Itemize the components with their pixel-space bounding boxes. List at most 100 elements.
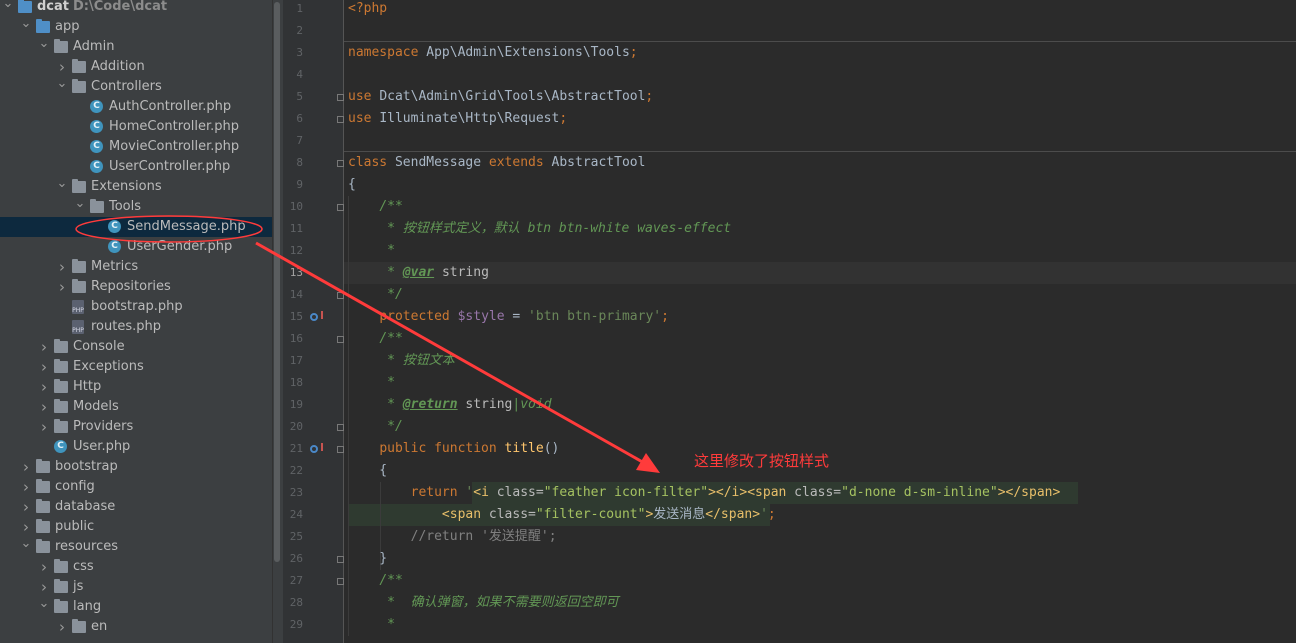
code-line[interactable]: /** [348, 196, 402, 218]
chevron-down-icon[interactable]: ⌄ [20, 537, 32, 557]
chevron-down-icon[interactable]: ⌄ [56, 177, 68, 197]
tree-item[interactable]: › public [0, 517, 272, 537]
code-line[interactable]: * 按钮文本 [348, 350, 455, 372]
tree-item[interactable]: › Exceptions [0, 357, 272, 377]
tree-scrollbar-thumb[interactable] [274, 2, 280, 562]
tree-item[interactable]: ⌄ dcat D:\Code\dcat [0, 0, 272, 17]
chevron-right-icon[interactable]: › [56, 617, 68, 637]
chevron-right-icon[interactable]: › [20, 477, 32, 497]
code-token: ></span> [997, 485, 1061, 500]
code-line[interactable]: * @var string [348, 262, 489, 284]
line-number: 21 [289, 442, 303, 455]
fold-marker-icon[interactable] [337, 116, 344, 123]
tree-item[interactable]: ⌄ Controllers [0, 77, 272, 97]
chevron-right-icon[interactable]: › [38, 377, 50, 397]
fold-marker-icon[interactable] [337, 94, 344, 101]
code-line[interactable]: <span class="filter-count">发送消息</span>'; [348, 504, 776, 526]
fold-marker-icon[interactable] [337, 292, 344, 299]
chevron-down-icon[interactable]: ⌄ [56, 77, 68, 97]
chevron-right-icon[interactable]: › [56, 257, 68, 277]
chevron-right-icon[interactable]: › [38, 397, 50, 417]
chevron-down-icon[interactable]: ⌄ [74, 197, 86, 217]
tree-item[interactable]: › Repositories [0, 277, 272, 297]
tree-item[interactable]: C HomeController.php [0, 117, 272, 137]
chevron-right-icon[interactable]: › [56, 57, 68, 77]
tree-item[interactable]: C UserController.php [0, 157, 272, 177]
chevron-right-icon[interactable]: › [38, 357, 50, 377]
code-line[interactable]: * [348, 372, 395, 394]
tree-item[interactable]: › Metrics [0, 257, 272, 277]
code-token: 'btn btn-primary' [528, 309, 662, 324]
fold-marker-icon[interactable] [337, 578, 344, 585]
tree-item[interactable]: › css [0, 557, 272, 577]
tree-item[interactable]: C UserGender.php [0, 237, 272, 257]
tree-item[interactable]: C SendMessage.php [0, 217, 272, 237]
fold-marker-icon[interactable] [337, 424, 344, 431]
code-line[interactable]: * [348, 240, 395, 262]
tree-item[interactable]: › Providers [0, 417, 272, 437]
chevron-down-icon[interactable]: ⌄ [38, 37, 50, 57]
line-number: 4 [296, 68, 303, 81]
tree-item[interactable]: › Http [0, 377, 272, 397]
code-line[interactable]: protected $style = 'btn btn-primary'; [348, 306, 669, 328]
chevron-right-icon[interactable]: › [38, 337, 50, 357]
chevron-right-icon[interactable]: › [38, 577, 50, 597]
override-marker-icon[interactable] [310, 443, 323, 453]
code-line[interactable]: { [348, 460, 387, 482]
code-line[interactable]: */ [348, 416, 403, 438]
fold-marker-icon[interactable] [337, 336, 344, 343]
code-line[interactable]: /** [348, 570, 402, 592]
tree-item[interactable]: ⌄ Extensions [0, 177, 272, 197]
code-line[interactable]: } [348, 548, 387, 570]
code-line[interactable]: * [348, 614, 395, 636]
chevron-right-icon[interactable]: › [38, 417, 50, 437]
tree-item[interactable]: › Addition [0, 57, 272, 77]
code-line[interactable]: use Dcat\Admin\Grid\Tools\AbstractTool; [348, 86, 653, 108]
code-line[interactable]: return '<i class="feather icon-filter"><… [348, 482, 1061, 504]
fold-marker-icon[interactable] [337, 446, 344, 453]
fold-marker-icon[interactable] [337, 204, 344, 211]
code-line[interactable]: /** [348, 328, 402, 350]
code-line[interactable]: namespace App\Admin\Extensions\Tools; [348, 42, 638, 64]
code-line[interactable]: <?php [348, 0, 387, 20]
tree-item[interactable]: ⌄ app [0, 17, 272, 37]
fold-marker-icon[interactable] [337, 556, 344, 563]
folder-icon [72, 179, 86, 193]
chevron-down-icon[interactable]: ⌄ [2, 0, 14, 17]
tree-item[interactable]: C MovieController.php [0, 137, 272, 157]
code-line[interactable]: class SendMessage extends AbstractTool [348, 152, 645, 174]
code-line[interactable]: * 确认弹窗，如果不需要则返回空即可 [348, 592, 619, 614]
tree-item[interactable]: › bootstrap [0, 457, 272, 477]
chevron-right-icon[interactable]: › [20, 457, 32, 477]
tree-item[interactable]: › Models [0, 397, 272, 417]
chevron-down-icon[interactable]: ⌄ [38, 597, 50, 617]
code-line[interactable]: { [348, 174, 356, 196]
fold-marker-icon[interactable] [337, 160, 344, 167]
tree-item[interactable]: C AuthController.php [0, 97, 272, 117]
chevron-right-icon[interactable]: › [38, 557, 50, 577]
tree-item[interactable]: PHP bootstrap.php [0, 297, 272, 317]
chevron-down-icon[interactable]: ⌄ [20, 17, 32, 37]
code-line[interactable]: //return '发送提醒'; [348, 526, 557, 548]
tree-item[interactable]: › en [0, 617, 272, 637]
chevron-right-icon[interactable]: › [20, 517, 32, 537]
code-line[interactable]: public function title() [348, 438, 559, 460]
tree-item[interactable]: ⌄ Tools [0, 197, 272, 217]
tree-item[interactable]: › js [0, 577, 272, 597]
tree-item[interactable]: ⌄ lang [0, 597, 272, 617]
code-line[interactable]: use Illuminate\Http\Request; [348, 108, 567, 130]
tree-item[interactable]: › config [0, 477, 272, 497]
code-line[interactable]: * @return string|void [348, 394, 551, 416]
tree-item[interactable]: › database [0, 497, 272, 517]
tree-item[interactable]: ⌄ resources [0, 537, 272, 557]
override-marker-icon[interactable] [310, 311, 323, 321]
tree-item[interactable]: C User.php [0, 437, 272, 457]
chevron-right-icon[interactable]: › [56, 277, 68, 297]
tree-item[interactable]: PHP routes.php [0, 317, 272, 337]
tree-item[interactable]: › Console [0, 337, 272, 357]
project-tree[interactable]: ⌄ dcat D:\Code\dcat ⌄ app ⌄ Admin › Addition ⌄ Con… [0, 0, 272, 643]
tree-item[interactable]: ⌄ Admin [0, 37, 272, 57]
code-line[interactable]: * 按钮样式定义，默认 btn btn-white waves-effect [348, 218, 731, 240]
code-line[interactable]: */ [348, 284, 403, 306]
chevron-right-icon[interactable]: › [20, 497, 32, 517]
